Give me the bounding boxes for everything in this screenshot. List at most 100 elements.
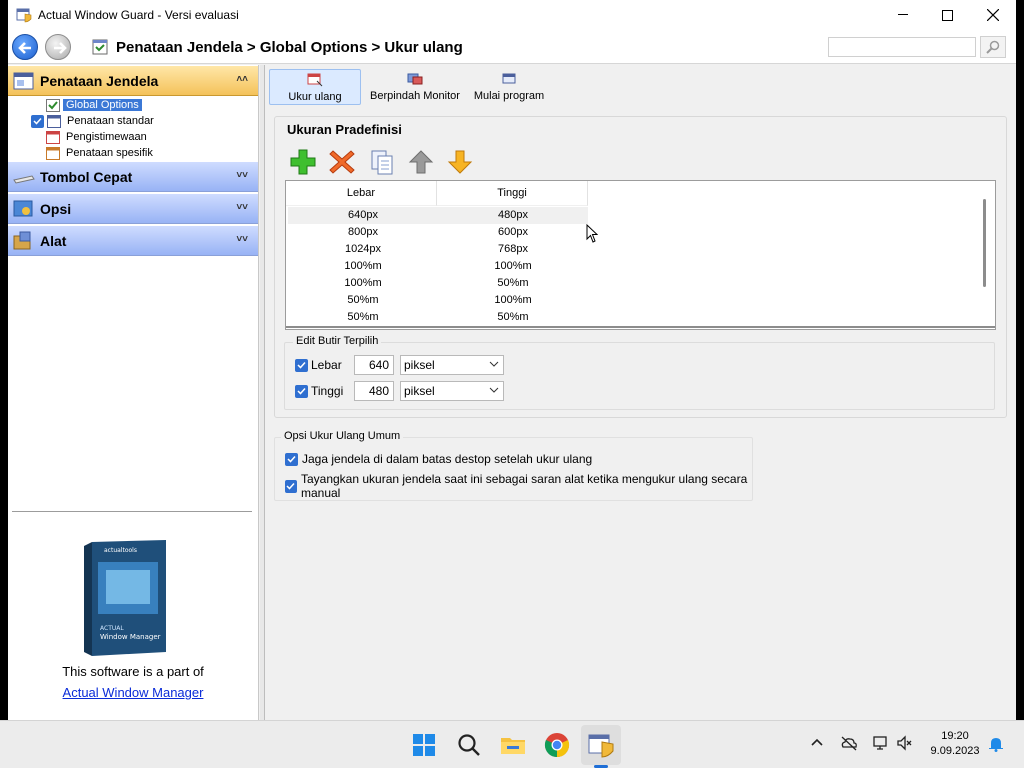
actual-window-guard-taskbar-icon[interactable] xyxy=(587,731,615,759)
mouse-cursor-icon xyxy=(586,224,598,243)
move-up-icon[interactable] xyxy=(407,148,435,176)
cell-lebar: 100%m xyxy=(344,277,382,289)
content-area: Ukuran Pradefinisi Lebar Tinggi 640px 48… xyxy=(274,112,1010,720)
option-show-size-tooltip[interactable]: Tayangkan ukuran jendela saat ini sebaga… xyxy=(285,472,752,500)
delete-icon[interactable] xyxy=(328,148,356,176)
table-row[interactable]: 50%m 100%m xyxy=(288,292,588,309)
close-button[interactable] xyxy=(970,0,1016,30)
cloud-offline-icon[interactable] xyxy=(840,735,858,751)
cell-tinggi: 100%m xyxy=(494,294,532,306)
width-input[interactable]: 640 xyxy=(354,355,394,375)
cell-tinggi: 100%m xyxy=(494,260,532,272)
group-label: Penataan Jendela xyxy=(40,72,159,89)
group-opsi[interactable]: Opsi ˅˅ xyxy=(8,193,258,224)
tree-item-pengistimewaan[interactable]: Pengistimewaan xyxy=(8,129,258,145)
horizontal-scrollbar[interactable] xyxy=(286,326,995,328)
maximize-icon xyxy=(941,9,953,21)
tab-label: Mulai program xyxy=(473,90,545,102)
windows-start-icon[interactable] xyxy=(410,731,438,759)
speaker-muted-icon[interactable] xyxy=(896,735,914,751)
cell-lebar: 50%m xyxy=(347,311,379,323)
width-checkbox[interactable] xyxy=(295,358,308,372)
tree-item-penataan-spesifik[interactable]: Penataan spesifik xyxy=(8,145,258,161)
column-header-lebar[interactable]: Lebar xyxy=(286,181,437,206)
maximize-button[interactable] xyxy=(924,0,970,30)
checkbox-checked[interactable] xyxy=(31,114,44,128)
minimize-button[interactable] xyxy=(880,0,926,30)
move-down-icon[interactable] xyxy=(446,148,474,176)
group-tombol-cepat[interactable]: Tombol Cepat ˅˅ xyxy=(8,161,258,192)
tree-item-penataan-standar[interactable]: Penataan standar xyxy=(8,113,258,129)
height-unit-select[interactable]: piksel xyxy=(400,381,504,401)
width-row: Lebar 640 piksel xyxy=(295,354,504,376)
box-line2: Window Manager xyxy=(100,633,161,641)
predefined-sizes-table[interactable]: Lebar Tinggi 640px 480px 800px 600px 1024px 7… xyxy=(285,180,996,330)
add-icon[interactable] xyxy=(289,148,317,176)
tab-mulai-program[interactable]: Mulai program xyxy=(472,69,546,105)
cell-tinggi: 50%m xyxy=(497,311,529,323)
tree-label: Pengistimewaan xyxy=(66,131,147,143)
chevron-up-icon[interactable] xyxy=(810,735,824,749)
width-unit-value: piksel xyxy=(404,358,435,372)
height-label: Tinggi xyxy=(311,384,344,398)
table-row[interactable]: 100%m 100%m xyxy=(288,258,588,275)
cell-lebar: 50%m xyxy=(347,294,379,306)
search-button[interactable] xyxy=(980,36,1006,58)
show-size-tooltip-checkbox[interactable] xyxy=(285,479,297,493)
arrow-right-icon xyxy=(54,42,67,54)
table-row[interactable]: 100%m 50%m xyxy=(288,275,588,292)
tree-label: Penataan spesifik xyxy=(66,147,153,159)
forward-button[interactable] xyxy=(45,34,71,60)
height-checkbox[interactable] xyxy=(295,384,308,398)
start-program-icon xyxy=(502,73,516,84)
copy-icon[interactable] xyxy=(368,148,396,176)
chevron-down-icon xyxy=(489,361,499,367)
keep-in-desktop-checkbox[interactable] xyxy=(285,452,298,466)
promo-link[interactable]: Actual Window Manager xyxy=(8,685,258,700)
width-label: Lebar xyxy=(311,358,342,372)
group-label: Alat xyxy=(40,232,67,249)
cell-lebar: 1024px xyxy=(344,243,382,255)
height-input[interactable]: 480 xyxy=(354,381,394,401)
search-icon[interactable] xyxy=(455,731,483,759)
panel-splitter[interactable] xyxy=(260,65,265,720)
table-row[interactable]: 640px 480px xyxy=(288,207,588,224)
vertical-scrollbar[interactable] xyxy=(983,199,986,287)
option-label: Jaga jendela di dalam batas destop setel… xyxy=(302,452,593,466)
monitor-switch-icon xyxy=(407,73,423,85)
search-input[interactable] xyxy=(828,37,976,57)
system-clock[interactable]: 19:20 9.09.2023 xyxy=(920,729,990,759)
back-button[interactable] xyxy=(12,34,38,60)
column-header-tinggi[interactable]: Tinggi xyxy=(437,181,588,206)
arrow-left-icon xyxy=(18,42,31,54)
specific-settings-icon xyxy=(46,146,60,160)
group-penataan-jendela[interactable]: Penataan Jendela ˄˄ xyxy=(8,65,258,96)
check-icon xyxy=(297,387,306,395)
tab-berpindah-monitor[interactable]: Berpindah Monitor xyxy=(370,69,460,105)
table-row[interactable]: 50%m 50%m xyxy=(288,309,588,326)
chrome-icon[interactable] xyxy=(543,731,571,759)
global-options-icon xyxy=(46,98,60,112)
option-keep-in-desktop[interactable]: Jaga jendela di dalam batas destop setel… xyxy=(285,451,592,467)
group-label: Tombol Cepat xyxy=(40,168,133,185)
file-explorer-icon[interactable] xyxy=(499,731,527,759)
breadcrumb: Penataan Jendela > Global Options > Ukur… xyxy=(116,39,463,56)
table-header: Lebar Tinggi xyxy=(286,181,588,206)
cell-tinggi: 50%m xyxy=(497,277,529,289)
tab-ukur-ulang[interactable]: Ukur ulang xyxy=(269,69,361,105)
tree-item-global-options[interactable]: Global Options xyxy=(8,97,258,113)
width-unit-select[interactable]: piksel xyxy=(400,355,504,375)
notification-bell-icon[interactable] xyxy=(988,736,1004,752)
address-bar: Penataan Jendela > Global Options > Ukur… xyxy=(8,30,1016,64)
table-row[interactable]: 1024px 768px xyxy=(288,241,588,258)
group-alat[interactable]: Alat ˅˅ xyxy=(8,225,258,256)
resize-icon xyxy=(307,73,323,87)
network-icon[interactable] xyxy=(872,735,890,751)
cell-tinggi: 768px xyxy=(498,243,528,255)
box-brand: actualtools xyxy=(104,547,137,554)
edit-selected-group: Edit Butir Terpilih Lebar 640 piksel Tin… xyxy=(284,335,995,410)
tab-label: Berpindah Monitor xyxy=(370,90,460,102)
table-row[interactable]: 800px 600px xyxy=(288,224,588,241)
clock-date: 9.09.2023 xyxy=(930,745,980,757)
cell-lebar: 640px xyxy=(348,209,378,221)
